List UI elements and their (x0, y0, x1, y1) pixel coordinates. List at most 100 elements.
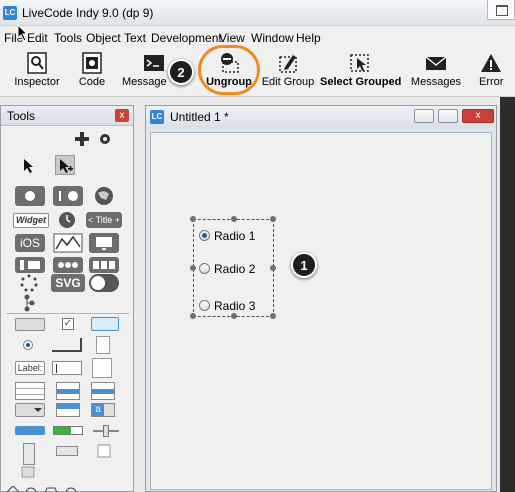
tab-panel-tool[interactable] (15, 426, 45, 435)
inspector-label: Inspector (14, 76, 60, 88)
stack-close-button[interactable]: x (462, 109, 494, 123)
selection-handle[interactable] (231, 313, 237, 319)
line-graph-icon[interactable] (53, 233, 83, 253)
menu-text[interactable]: Text (124, 31, 146, 45)
select-grouped-icon (350, 54, 369, 72)
error-button[interactable]: Error (474, 50, 504, 94)
selection-handle[interactable] (270, 313, 276, 319)
ios-tool[interactable]: iOS (15, 234, 45, 252)
scrolling-field-tool[interactable] (92, 358, 112, 378)
option-menu-tool[interactable] (56, 403, 80, 417)
code-button[interactable]: Code (72, 50, 112, 94)
image-tool-icon[interactable] (97, 444, 111, 458)
message-box-icon (144, 55, 164, 71)
android-field-tool[interactable] (53, 186, 83, 206)
pointer-tool-icon[interactable] (23, 158, 35, 174)
select-grouped-button[interactable]: Select Grouped (320, 50, 401, 94)
messages-label: Messages (410, 76, 462, 88)
android-button-tool[interactable] (15, 186, 45, 206)
selection-handle[interactable] (270, 216, 276, 222)
label-field-tool[interactable]: Label: (15, 361, 45, 375)
stack-logo-icon: LC (150, 110, 164, 124)
add-icon[interactable] (75, 132, 89, 146)
radio-1-indicator (199, 230, 210, 241)
graphic-shapes-icon[interactable] (7, 486, 117, 492)
menu-tools[interactable]: Tools (54, 31, 82, 45)
header-bar-tool[interactable] (53, 257, 83, 273)
progress-bar-tool[interactable] (53, 426, 83, 435)
selection-handle[interactable] (270, 265, 276, 271)
warning-icon (481, 54, 501, 72)
code-icon (82, 52, 102, 74)
header-bar-icon (58, 262, 78, 268)
little-arrows-tool[interactable] (56, 446, 78, 456)
segmented-control-tool[interactable] (89, 257, 119, 273)
selection-handle[interactable] (190, 313, 196, 319)
radio-button-tool[interactable] (23, 340, 33, 350)
text-cursor (56, 364, 57, 373)
mouse-pointer-icon (17, 24, 29, 42)
menu-window[interactable]: Window (251, 31, 294, 45)
selection-handle[interactable] (231, 216, 237, 222)
spinner-icon[interactable] (20, 274, 38, 292)
gear-icon[interactable] (98, 132, 112, 146)
stack-card: Radio 1 Radio 2 Radio 3 (150, 132, 492, 490)
menu-object[interactable]: Object (86, 31, 121, 45)
widget-tool[interactable]: Widget (13, 213, 49, 228)
code-label: Code (78, 76, 106, 88)
restore-window-button[interactable] (487, 0, 515, 20)
player-tool[interactable] (89, 233, 119, 253)
push-button-tool[interactable] (15, 318, 45, 331)
svg-icon-tool[interactable]: SVG (51, 274, 85, 292)
nav-bar-icon (20, 260, 40, 270)
inspector-icon (27, 52, 47, 74)
stack-title-bar: LC Untitled 1 * x (146, 106, 496, 128)
tools-palette-title: Tools (7, 109, 36, 123)
slider-tool[interactable] (93, 425, 119, 437)
title-bar-tool[interactable]: < Title + (86, 212, 122, 228)
radio-dot (26, 343, 30, 347)
window-title: LiveCode Indy 9.0 (dp 9) (22, 6, 154, 20)
selection-handle[interactable] (190, 216, 196, 222)
switch-tool[interactable] (89, 274, 119, 292)
inspector-button[interactable]: Inspector (12, 50, 62, 94)
monitor-icon (96, 237, 112, 250)
scrolling-list-tool[interactable] (91, 382, 115, 400)
list-field-tool[interactable] (56, 382, 80, 400)
combo-box-tool[interactable]: a (91, 403, 115, 417)
title-bar: LC LiveCode Indy 9.0 (dp 9) (0, 0, 515, 26)
tree-view-icon[interactable] (23, 294, 35, 312)
text-entry-tool[interactable] (52, 361, 82, 375)
minimize-button[interactable] (414, 109, 434, 123)
desktop-edge (500, 97, 515, 492)
callout-badge-2: 2 (168, 59, 194, 85)
player-control-icon[interactable] (21, 466, 35, 478)
menu-view[interactable]: View (219, 31, 245, 45)
messages-button[interactable]: Messages (410, 50, 462, 94)
menu-development[interactable]: Development (151, 31, 222, 45)
stack-title: Untitled 1 * (170, 110, 229, 124)
error-label: Error (479, 76, 504, 88)
pulldown-menu-tool[interactable] (15, 403, 45, 417)
message-box-button[interactable]: Message (122, 50, 174, 94)
run-edit-tool-button[interactable] (55, 155, 75, 175)
selection-handle[interactable] (190, 265, 196, 271)
message-label: Message (122, 76, 167, 88)
maximize-button[interactable] (438, 109, 458, 123)
document-tool[interactable] (96, 336, 110, 354)
table-field-tool[interactable] (15, 382, 45, 400)
default-button-tool[interactable] (91, 317, 119, 331)
tools-palette: Tools x Widget < Title + iOS SVG ✓ Label… (0, 105, 134, 492)
edit-group-button[interactable]: Edit Group (259, 50, 317, 94)
checkbox-tool[interactable]: ✓ (62, 318, 74, 330)
browser-globe-icon[interactable] (93, 185, 115, 207)
menu-edit[interactable]: Edit (27, 31, 48, 45)
tools-close-button[interactable]: x (115, 109, 129, 122)
clock-icon[interactable] (57, 210, 77, 230)
nav-bar-tool[interactable] (15, 257, 45, 273)
stack-window: LC Untitled 1 * x Radio 1 Radio 2 Radio … (145, 105, 497, 492)
rectangle-tool[interactable] (52, 338, 82, 352)
scrollbar-tool[interactable] (23, 443, 35, 465)
palette-divider (6, 313, 129, 314)
menu-help[interactable]: Help (296, 31, 321, 45)
